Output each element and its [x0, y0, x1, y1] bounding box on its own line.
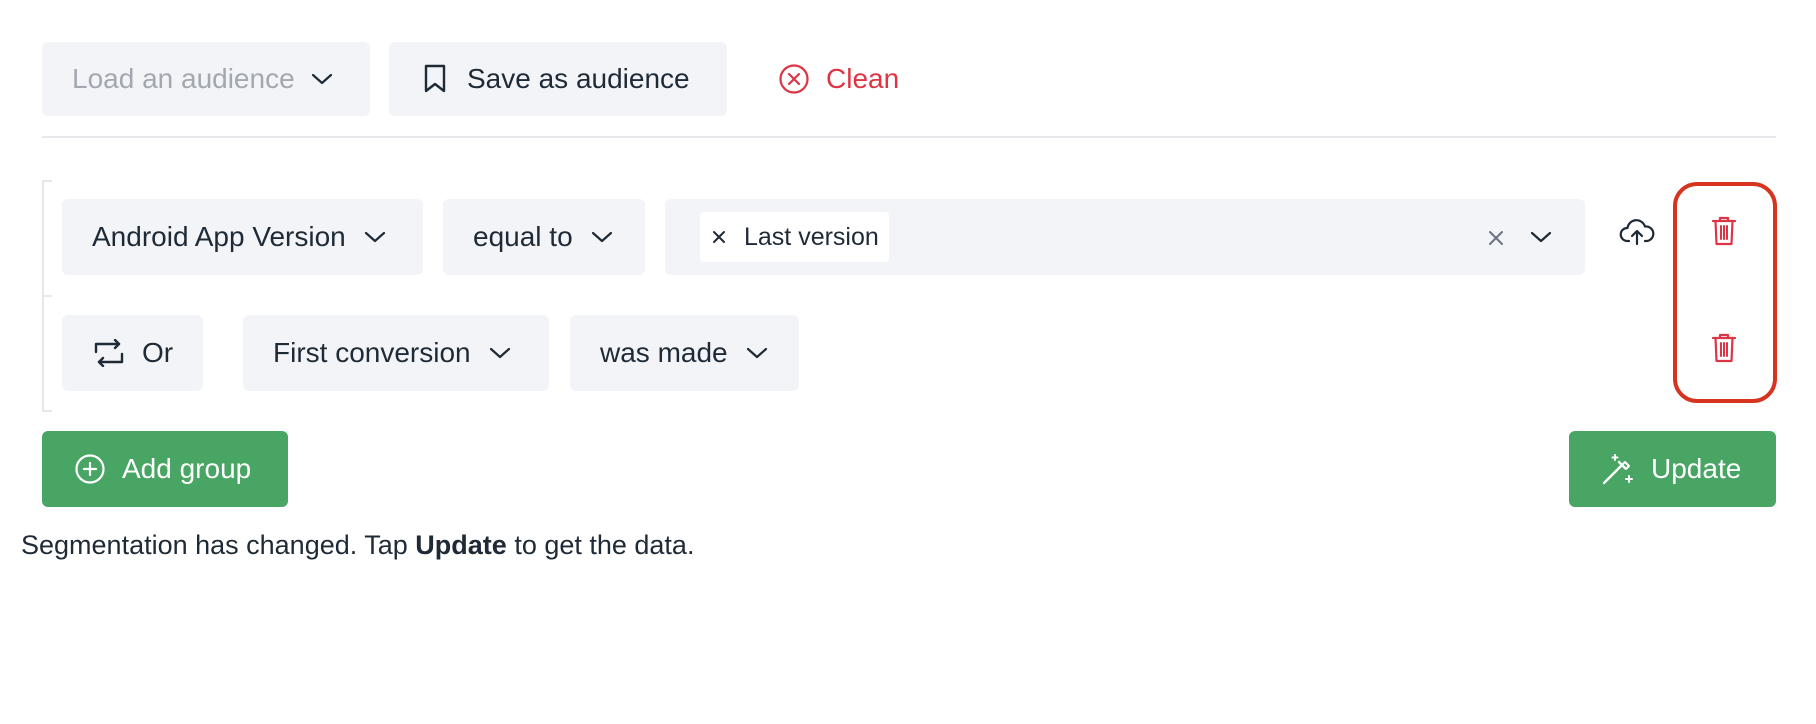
rule1-value-multiselect[interactable]: Last version: [665, 199, 1585, 275]
magic-wand-icon: [1602, 454, 1633, 485]
load-audience-select[interactable]: Load an audience: [42, 42, 370, 116]
chevron-down-icon: [311, 73, 332, 85]
chevron-down-icon: [591, 231, 612, 243]
or-connector-button[interactable]: Or: [62, 315, 203, 391]
save-as-audience-button[interactable]: Save as audience: [389, 42, 727, 116]
status-suffix: to get the data.: [506, 530, 695, 560]
update-label: Update: [1651, 453, 1742, 484]
bookmark-icon: [424, 64, 446, 93]
status-prefix: Segmentation has changed. Tap: [21, 530, 416, 560]
delete-actions-highlight: [1673, 182, 1777, 403]
circle-x-icon: [779, 64, 809, 94]
rule2-field-label: First conversion: [273, 337, 471, 368]
status-bold: Update: [415, 530, 507, 560]
cloud-upload-icon[interactable]: [1619, 217, 1655, 247]
rule2-operator-label: was made: [600, 337, 728, 368]
chevron-down-icon: [489, 347, 510, 359]
rule1-operator-label: equal to: [473, 221, 573, 252]
save-as-audience-label: Save as audience: [467, 63, 690, 94]
rule1-field-select[interactable]: Android App Version: [62, 199, 423, 275]
rule1-operator-select[interactable]: equal to: [443, 199, 645, 275]
chevron-down-icon: [364, 231, 385, 243]
clear-icon[interactable]: [1487, 229, 1505, 247]
add-group-label: Add group: [122, 453, 252, 484]
status-message: Segmentation has changed. Tap Update to …: [21, 530, 694, 561]
rule2-operator-select[interactable]: was made: [570, 315, 799, 391]
value-tag: Last version: [700, 212, 889, 262]
rule1-field-label: Android App Version: [92, 221, 346, 252]
group-bracket-tick: [42, 295, 52, 297]
load-audience-placeholder: Load an audience: [72, 63, 295, 94]
add-group-button[interactable]: Add group: [42, 431, 288, 507]
value-tag-label: Last version: [744, 222, 879, 251]
toolbar-divider: [42, 136, 1776, 138]
repeat-icon: [94, 339, 124, 367]
or-connector-label: Or: [142, 337, 174, 368]
clean-label: Clean: [826, 63, 900, 94]
rule2-field-select[interactable]: First conversion: [243, 315, 549, 391]
chevron-down-icon: [746, 347, 767, 359]
clean-button[interactable]: Clean: [778, 42, 899, 116]
update-button[interactable]: Update: [1569, 431, 1776, 507]
close-icon[interactable]: [712, 230, 726, 244]
plus-circle-icon: [75, 454, 105, 484]
chevron-down-icon[interactable]: [1530, 230, 1552, 244]
